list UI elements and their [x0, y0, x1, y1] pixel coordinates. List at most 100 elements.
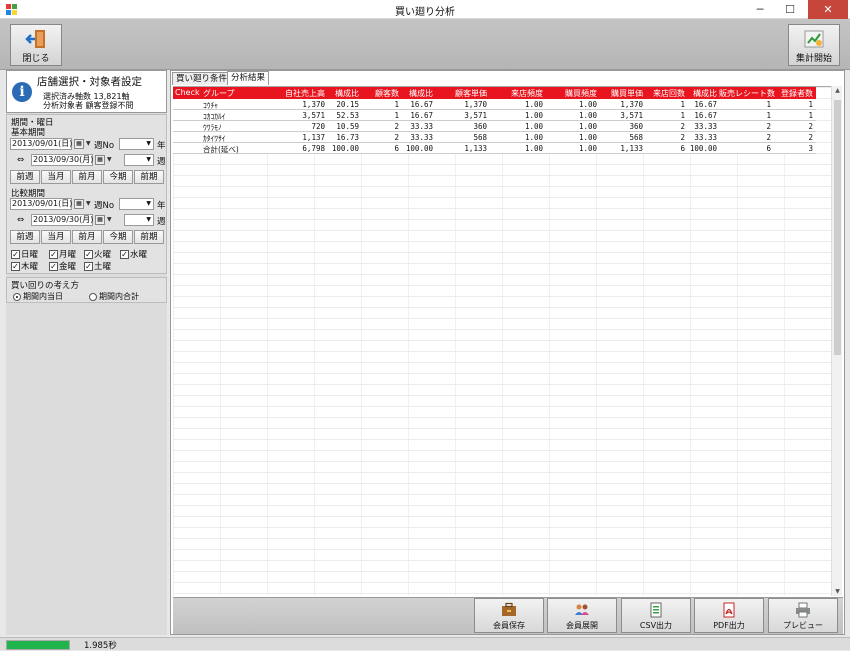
maximize-button[interactable]: ☐ [776, 0, 804, 19]
period-section: 期間・曜日 基本期間 2013/09/01(日) ▦ ▼ 週No ▼ 年 ⇔ 2… [6, 114, 167, 274]
save-members-button[interactable]: 会員保存 [474, 598, 544, 633]
chevron-down-icon[interactable]: ▼ [107, 216, 112, 223]
close-button[interactable]: 閉じる [10, 24, 62, 66]
aggregate-start-button[interactable]: 集計開始 [788, 24, 840, 66]
col-visit-count[interactable]: 来店回数 [645, 88, 685, 99]
col-receipt-count[interactable]: 販売レシート数 [719, 88, 775, 99]
expand-members-button[interactable]: 会員展開 [547, 598, 617, 633]
main-area: 買い廻り条件 分析結果 Check グループ 自社売上高 構成比 顧客数 構成比… [170, 70, 845, 635]
col-visit-ratio[interactable]: 構成比 [687, 88, 717, 99]
checkmark-icon: ✓ [11, 262, 20, 271]
pdf-file-icon [723, 602, 735, 618]
calendar-icon[interactable]: ▦ [95, 155, 105, 165]
checkmark-icon: ✓ [120, 250, 129, 259]
base-this-month-button[interactable]: 当月 [41, 170, 71, 184]
weekday-mon-checkbox[interactable]: ✓ 月曜 [49, 248, 76, 260]
col-sales[interactable]: 自社売上高 [273, 88, 325, 99]
scroll-thumb[interactable] [834, 100, 841, 355]
compare-this-term-button[interactable]: 今期 [103, 230, 133, 244]
week-no-label: 週No [94, 201, 115, 211]
radio-period-total[interactable]: 期間内合計 [89, 291, 139, 302]
compare-to-date[interactable]: 2013/09/30(月) [31, 214, 93, 226]
col-purchase-unit-price[interactable]: 購買単価 [599, 88, 643, 99]
weekday-sat-checkbox[interactable]: ✓ 土曜 [84, 260, 111, 272]
bottom-action-bar: 会員保存 会員展開 CSV出力 PDF出力 プレビュー [173, 597, 843, 634]
tab-results[interactable]: 分析結果 [227, 71, 270, 85]
radio-same-day[interactable]: 期間内当日 [13, 291, 63, 302]
method-section: 買い回りの考え方 期間内当日 期間内合計 [6, 277, 167, 303]
scroll-down-icon[interactable]: ▼ [832, 588, 843, 595]
chevron-down-icon[interactable]: ▼ [107, 156, 112, 163]
status-bar: 1.985秒 [0, 637, 850, 651]
compare-prev-week-button[interactable]: 前週 [10, 230, 40, 244]
close-window-button[interactable]: ✕ [808, 0, 848, 19]
expand-members-label: 会員展開 [566, 621, 598, 630]
col-customer-unit-price[interactable]: 顧客単価 [441, 88, 487, 99]
table-row[interactable]: ｺｶｺｶﾙｲ 3,571 52.53 1 16.67 3,571 1.00 1.… [173, 110, 816, 121]
base-prev-term-button[interactable]: 前期 [134, 170, 164, 184]
checkmark-icon: ✓ [84, 262, 93, 271]
base-this-term-button[interactable]: 今期 [103, 170, 133, 184]
week-unit: 週 [157, 157, 166, 167]
briefcase-icon [502, 602, 516, 616]
table-row[interactable]: ｺｳﾁｬ 1,370 20.15 1 16.67 1,370 1.00 1.00… [173, 99, 816, 110]
store-selection-box[interactable]: i 店舗選択・対象者設定 選択済み軸数 13,821軸 分析対象者 顧客登録不問 [6, 70, 167, 113]
table-row-total[interactable]: 合計(延べ) 6,798 100.00 6 100.00 1,133 1.00 … [173, 143, 816, 154]
col-customer-ratio[interactable]: 構成比 [401, 88, 433, 99]
tab-conditions[interactable]: 買い廻り条件 [172, 72, 232, 85]
calendar-icon[interactable]: ▦ [74, 199, 84, 209]
calendar-icon[interactable]: ▦ [95, 215, 105, 225]
weekday-tue-checkbox[interactable]: ✓ 火曜 [84, 248, 111, 260]
col-purchase-frequency[interactable]: 購買頻度 [553, 88, 597, 99]
compare-prev-term-button[interactable]: 前期 [134, 230, 164, 244]
col-sales-ratio[interactable]: 構成比 [327, 88, 359, 99]
base-prev-week-button[interactable]: 前週 [10, 170, 40, 184]
csv-file-icon [650, 602, 662, 618]
results-grid: Check グループ 自社売上高 構成比 顧客数 構成比 顧客単価 来店頻度 購… [173, 86, 831, 596]
pdf-export-button[interactable]: PDF出力 [694, 598, 764, 633]
compare-year-select[interactable]: ▼ [119, 198, 154, 210]
base-to-date[interactable]: 2013/09/30(月) [31, 154, 93, 166]
weekday-wed-checkbox[interactable]: ✓ 水曜 [120, 248, 147, 260]
col-registered-count[interactable]: 登録者数 [773, 88, 813, 99]
range-icon: ⇔ [17, 215, 25, 225]
window-title: 買い廻り分析 [395, 7, 455, 18]
compare-prev-month-button[interactable]: 前月 [72, 230, 102, 244]
chevron-down-icon[interactable]: ▼ [86, 200, 91, 207]
compare-from-date[interactable]: 2013/09/01(日) [10, 198, 72, 210]
weekday-fri-checkbox[interactable]: ✓ 金曜 [49, 260, 76, 272]
col-check[interactable]: Check [175, 88, 200, 97]
calendar-icon[interactable]: ▦ [74, 139, 84, 149]
chevron-down-icon[interactable]: ▼ [86, 140, 91, 147]
elapsed-time: 1.985秒 [84, 641, 117, 651]
col-visit-frequency[interactable]: 来店頻度 [499, 88, 543, 99]
aggregate-start-label: 集計開始 [795, 54, 832, 64]
base-from-date[interactable]: 2013/09/01(日) [10, 138, 72, 150]
left-panel: i 店舗選択・対象者設定 選択済み軸数 13,821軸 分析対象者 顧客登録不問… [6, 70, 167, 635]
chevron-down-icon: ▼ [146, 140, 151, 147]
base-prev-month-button[interactable]: 前月 [72, 170, 102, 184]
base-period-label: 基本期間 [11, 128, 46, 138]
compare-week-select[interactable]: ▼ [124, 214, 154, 226]
col-customers[interactable]: 顧客数 [363, 88, 399, 99]
table-row[interactable]: ｳﾜﾗﾓﾉ 720 10.59 2 33.33 360 1.00 1.00 36… [173, 121, 816, 132]
year-select[interactable]: ▼ [119, 138, 154, 150]
week-select[interactable]: ▼ [124, 154, 154, 166]
chevron-down-icon: ▼ [146, 216, 151, 223]
pdf-export-label: PDF出力 [713, 621, 745, 630]
csv-export-button[interactable]: CSV出力 [621, 598, 691, 633]
col-group[interactable]: グループ [203, 88, 235, 99]
vertical-scrollbar[interactable]: ▲ ▼ [831, 86, 842, 596]
table-row[interactable]: ｶﾀｲﾜｻｲ 1,137 16.73 2 33.33 568 1.00 1.00… [173, 132, 816, 143]
weekday-sun-checkbox[interactable]: ✓ 日曜 [11, 248, 38, 260]
chevron-down-icon: ▼ [146, 156, 151, 163]
preview-button[interactable]: プレビュー [768, 598, 838, 633]
compare-this-month-button[interactable]: 当月 [41, 230, 71, 244]
week-no-label: 週No [94, 141, 115, 151]
info-title: 店舗選択・対象者設定 [37, 76, 142, 88]
weekday-thu-checkbox[interactable]: ✓ 木曜 [11, 260, 38, 272]
checkmark-icon: ✓ [11, 250, 20, 259]
year-unit: 年 [157, 201, 166, 211]
scroll-up-icon[interactable]: ▲ [832, 87, 843, 94]
minimize-button[interactable]: ─ [746, 0, 774, 19]
